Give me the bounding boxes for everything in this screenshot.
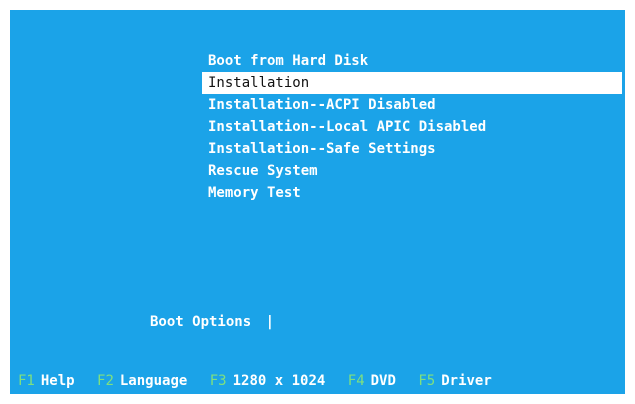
fkey-driver[interactable]: F5 Driver (418, 373, 491, 389)
fkey-source-label: DVD (370, 373, 396, 389)
menu-item-installation[interactable]: Installation (202, 72, 622, 94)
function-key-bar: F1 Help F2 Language F3 1280 x 1024 F4 DVD F5… (18, 373, 506, 389)
fkey-language-key: F2 (97, 373, 114, 389)
fkey-driver-key: F5 (418, 373, 436, 389)
menu-item-installation-safe-settings[interactable]: Installation--Safe Settings (202, 138, 622, 160)
fkey-driver-label: Driver (441, 373, 492, 389)
fkey-help[interactable]: F1 Help (18, 373, 75, 389)
boot-options-input[interactable]: | (266, 314, 326, 330)
fkey-resolution[interactable]: F3 1280 x 1024 (210, 373, 326, 389)
menu-item-rescue-system[interactable]: Rescue System (202, 160, 622, 182)
fkey-source-key: F4 (347, 373, 365, 389)
menu-item-installation-local-apic-disabled[interactable]: Installation--Local APIC Disabled (202, 116, 622, 138)
boot-screen: Boot from Hard Disk Installation Install… (10, 10, 625, 394)
boot-menu: Boot from Hard Disk Installation Install… (202, 50, 622, 204)
boot-options: Boot Options | (150, 314, 326, 330)
fkey-language-label: Language (119, 373, 188, 389)
fkey-source[interactable]: F4 DVD (348, 373, 396, 389)
menu-item-boot-hard-disk[interactable]: Boot from Hard Disk (202, 50, 622, 72)
fkey-resolution-label: 1280 x 1024 (232, 373, 326, 389)
fkey-language[interactable]: F2 Language (97, 373, 187, 389)
fkey-resolution-key: F3 (209, 373, 227, 389)
menu-item-installation-acpi-disabled[interactable]: Installation--ACPI Disabled (202, 94, 622, 116)
fkey-help-key: F1 (18, 373, 35, 389)
menu-item-memory-test[interactable]: Memory Test (202, 182, 622, 204)
boot-options-label: Boot Options (150, 314, 252, 330)
fkey-help-label: Help (40, 373, 75, 389)
